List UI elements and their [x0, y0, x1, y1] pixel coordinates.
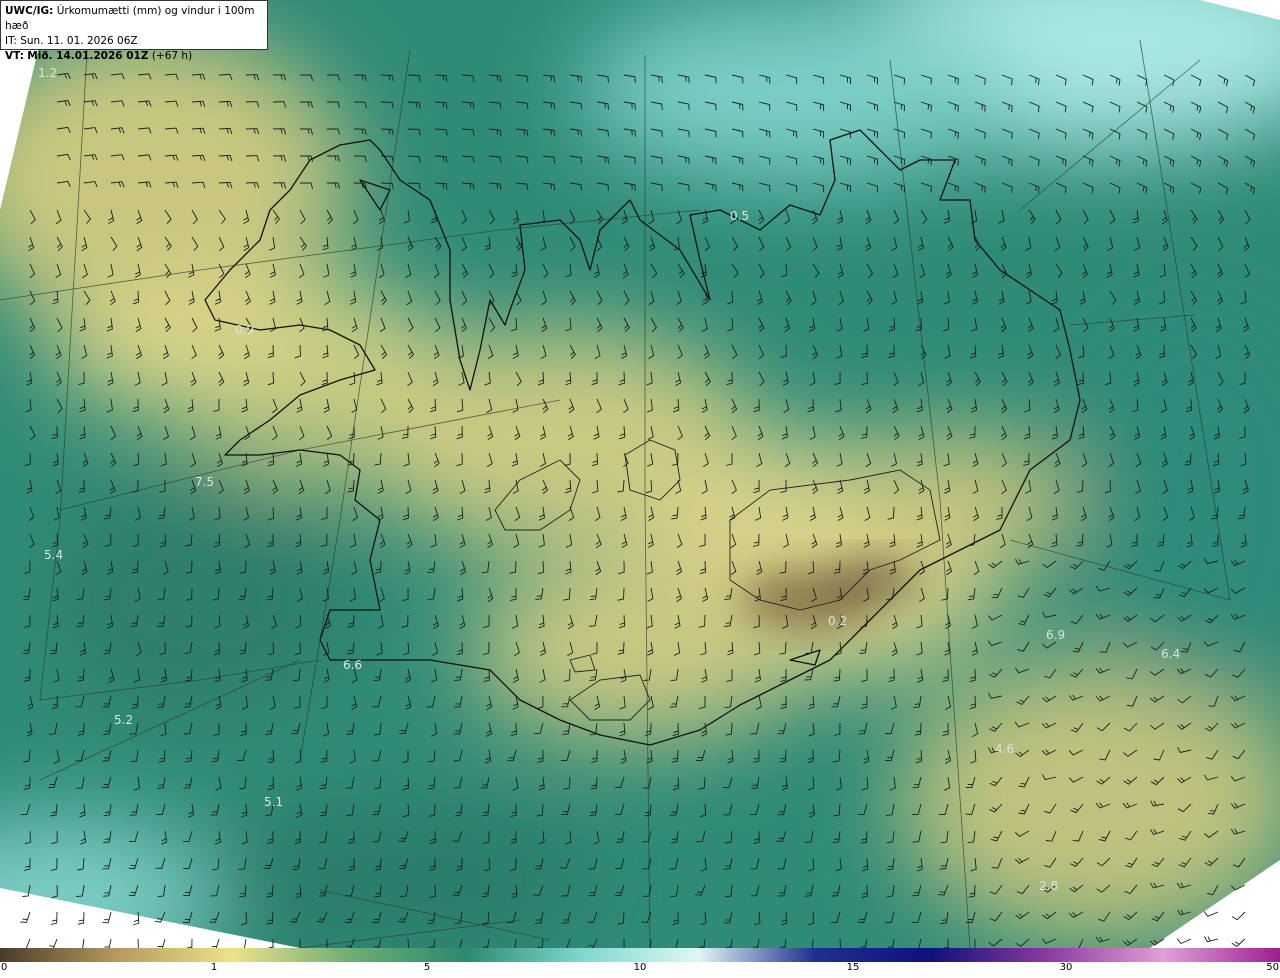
colorbar-tick: 0	[1, 962, 8, 973]
map-header: UWC/IG: Úrkomumætti (mm) og vindur i 100…	[0, 0, 268, 62]
map-title: UWC/IG: Úrkomumætti (mm) og vindur i 100…	[5, 4, 263, 34]
colorbar-tick: 30	[1059, 962, 1073, 973]
initial-time: IT: Sun. 11. 01. 2026 06Z	[5, 35, 138, 47]
valid-time-value: Mið. 14.01.2026 01Z	[27, 50, 149, 62]
value-label: 6.9	[1046, 628, 1065, 642]
model-label: UWC/IG:	[5, 5, 54, 17]
colorbar: 0 1 5 10 15 30 50	[0, 948, 1280, 978]
value-label: 0.2	[828, 614, 847, 628]
precipitable-water-map: 1.2 0.5 0.9 7.5 5.4 6.6 5.2 5.1 0.2 6.9 …	[0, 0, 1280, 948]
value-label: 5.2	[114, 713, 133, 727]
value-label: 4.6	[995, 742, 1014, 756]
value-label: 1.2	[38, 66, 57, 80]
value-label: 2.8	[1039, 879, 1058, 893]
colorbar-tick: 1	[210, 962, 218, 973]
value-label: 6.6	[343, 658, 362, 672]
value-label: 5.4	[44, 548, 63, 562]
valid-prefix: VT:	[5, 50, 24, 62]
colorbar-tick: 50	[1266, 962, 1279, 973]
lead-time: (+67 h)	[151, 50, 193, 62]
colorbar-tick: 15	[846, 962, 860, 973]
value-label: 7.5	[195, 475, 214, 489]
colorbar-tick: 5	[423, 962, 431, 973]
colorbar-gradient	[0, 948, 1280, 962]
valid-time: VT: Mið. 14.01.2026 01Z (+67 h)	[5, 49, 263, 64]
value-label: 0.5	[730, 209, 749, 223]
value-label: 6.4	[1161, 647, 1180, 661]
colorbar-tick: 10	[633, 962, 647, 973]
value-label: 5.1	[264, 795, 283, 809]
value-label: 0.9	[235, 323, 254, 337]
